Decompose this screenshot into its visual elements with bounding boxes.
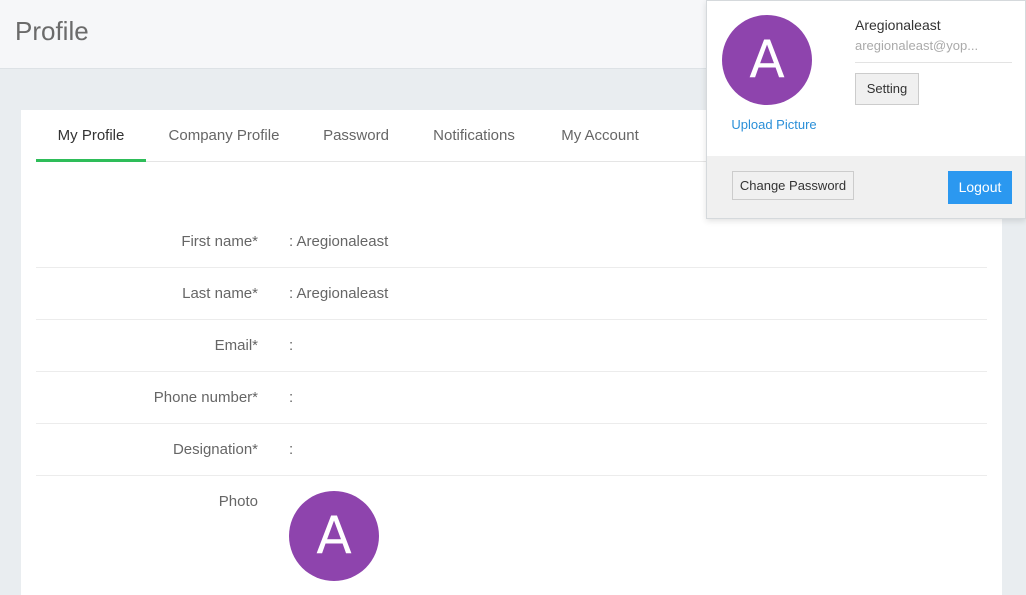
field-row-photo: Photo: [36, 476, 987, 528]
photo-label: Photo: [218, 493, 258, 510]
field-row-designation: Designation* :: [36, 424, 987, 476]
user-name: Aregionaleast: [855, 17, 941, 33]
page-title: Profile: [15, 16, 89, 46]
tab-password[interactable]: Password: [311, 110, 401, 162]
upload-picture-link[interactable]: Upload Picture: [707, 117, 841, 132]
user-menu-avatar: A: [722, 15, 812, 105]
last-name-label: Last name*: [182, 285, 258, 302]
email-value: :: [289, 337, 294, 354]
designation-label: Designation*: [172, 441, 258, 458]
user-email: aregionaleast@yop...: [855, 38, 979, 53]
user-menu-footer: Change Password Logout: [707, 156, 1025, 218]
tab-my-profile[interactable]: My Profile: [36, 110, 146, 162]
tab-notifications[interactable]: Notifications: [419, 110, 529, 162]
field-row-phone: Phone number* :: [36, 372, 987, 424]
tab-my-account[interactable]: My Account: [548, 110, 652, 162]
first-name-label: First name*: [181, 233, 258, 250]
user-menu-divider: [855, 62, 1012, 63]
phone-number-value: :: [289, 389, 294, 406]
first-name-value: : Aregionaleast: [289, 233, 389, 250]
designation-value: :: [289, 441, 294, 458]
change-password-button[interactable]: Change Password: [732, 171, 854, 200]
setting-button[interactable]: Setting: [855, 73, 919, 105]
field-row-last-name: Last name* : Aregionaleast: [36, 268, 987, 320]
field-row-first-name: First name* : Aregionaleast: [36, 216, 987, 268]
field-row-email: Email* :: [36, 320, 987, 372]
logout-button[interactable]: Logout: [948, 171, 1012, 204]
last-name-value: : Aregionaleast: [289, 285, 389, 302]
phone-number-label: Phone number*: [153, 389, 258, 406]
tab-company-profile[interactable]: Company Profile: [154, 110, 294, 162]
user-menu-dropdown: A Upload Picture Aregionaleast aregional…: [706, 0, 1026, 219]
profile-photo-avatar: A: [289, 491, 379, 581]
email-label: Email*: [214, 337, 258, 354]
